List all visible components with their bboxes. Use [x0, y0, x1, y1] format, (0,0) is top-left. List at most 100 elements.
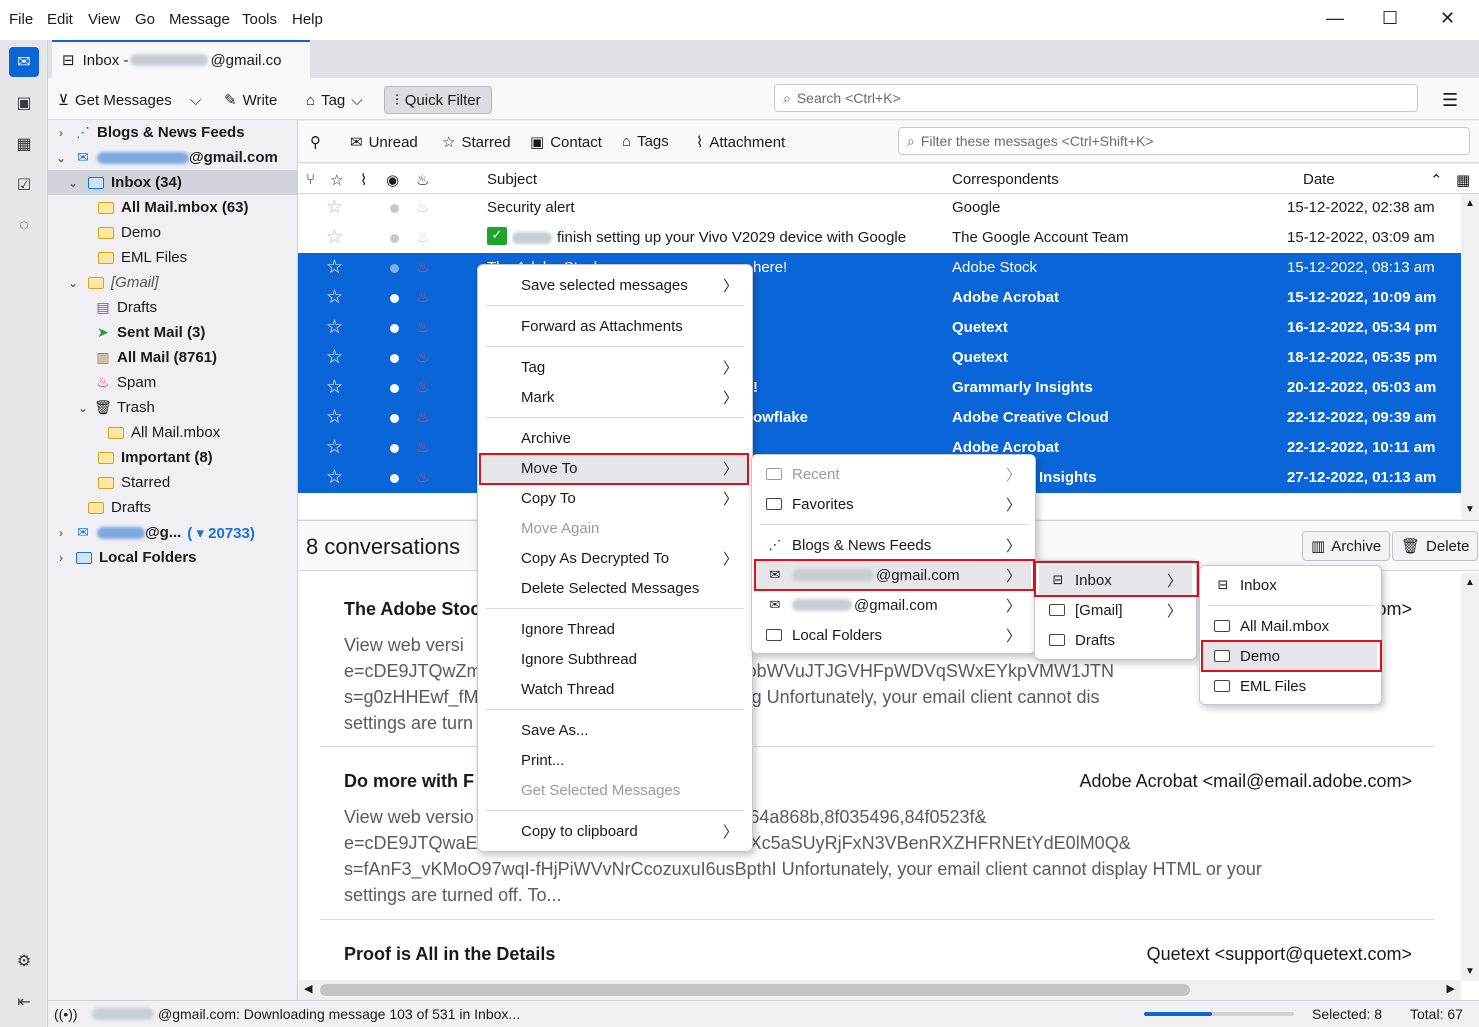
- folder-blogs[interactable]: › ⋰ Blogs & News Feeds: [48, 120, 297, 145]
- folder-account1[interactable]: ⌄ ✉ @gmail.com: [48, 145, 297, 170]
- filter-unread[interactable]: ✉ Unread: [350, 133, 418, 152]
- star-icon[interactable]: ☆: [326, 436, 343, 459]
- junk-icon[interactable]: ♨: [416, 348, 429, 366]
- junk-icon[interactable]: ♨: [416, 378, 429, 396]
- filter-tags[interactable]: ⌂ Tags: [622, 133, 669, 150]
- menu-tools[interactable]: Tools: [242, 11, 277, 28]
- folder-sent[interactable]: ➤ Sent Mail (3): [48, 320, 297, 345]
- folder-all-mail-mbox[interactable]: All Mail.mbox (63): [48, 195, 297, 220]
- folder-trash-all-mail[interactable]: All Mail.mbox: [48, 420, 297, 445]
- table-row[interactable]: ☆ ♨ Security alert Google 15-12-2022, 02:…: [298, 193, 1461, 223]
- read-status-icon[interactable]: [390, 474, 399, 483]
- menu-recent[interactable]: Recent 〉: [756, 459, 1031, 489]
- folder-local[interactable]: › Local Folders: [48, 545, 297, 570]
- table-row[interactable]: ☆ ♨ Adobe Acrobat 15-12-2022, 10:09 am: [298, 283, 1461, 313]
- menu-print[interactable]: Print...: [482, 745, 748, 775]
- menu-save-selected[interactable]: Save selected messages 〉: [482, 270, 748, 300]
- read-status-icon[interactable]: [390, 264, 399, 273]
- junk-icon[interactable]: ♨: [416, 288, 429, 306]
- folder-account2[interactable]: › ✉ @g... ( ▾ 20733): [48, 520, 297, 545]
- menu-copy-decrypted[interactable]: Copy As Decrypted To 〉: [482, 543, 748, 573]
- menu-all-mail-mbox[interactable]: All Mail.mbox: [1204, 611, 1377, 641]
- folder-drafts2[interactable]: Drafts: [48, 495, 297, 520]
- archive-button[interactable]: ▥ Archive: [1302, 531, 1391, 561]
- star-icon[interactable]: ☆: [326, 196, 343, 219]
- get-messages-dropdown[interactable]: ⌵: [190, 86, 201, 114]
- folder-eml-files[interactable]: EML Files: [48, 245, 297, 270]
- filter-starred[interactable]: ☆ Starred: [442, 133, 511, 152]
- read-status-icon[interactable]: [390, 204, 399, 213]
- tab-inbox[interactable]: ⊟ Inbox - @gmail.co: [52, 40, 310, 78]
- menu-archive[interactable]: Archive: [482, 423, 748, 453]
- menu-tag[interactable]: Tag 〉: [482, 352, 748, 382]
- scroll-up-icon[interactable]: ▲: [1465, 577, 1475, 588]
- subject-column-header[interactable]: Subject: [487, 171, 537, 188]
- star-icon[interactable]: ☆: [326, 226, 343, 249]
- folder-gmail[interactable]: ⌄ [Gmail]: [48, 270, 297, 295]
- chat-icon[interactable]: ◌: [9, 211, 39, 241]
- menu-view[interactable]: View: [88, 11, 120, 28]
- read-status-icon[interactable]: [390, 324, 399, 333]
- collapse-icon[interactable]: ⇤: [9, 987, 39, 1017]
- read-status-icon[interactable]: [390, 414, 399, 423]
- scroll-down-icon[interactable]: ▼: [1465, 504, 1475, 515]
- junk-column-icon[interactable]: ♨: [416, 171, 429, 189]
- close-button[interactable]: ✕: [1440, 8, 1455, 29]
- star-icon[interactable]: ☆: [326, 286, 343, 309]
- folder-all-mail[interactable]: ▥ All Mail (8761): [48, 345, 297, 370]
- menu-copy-clipboard[interactable]: Copy to clipboard 〉: [482, 816, 748, 846]
- junk-icon[interactable]: ♨: [416, 408, 429, 426]
- scroll-down-icon[interactable]: ▼: [1465, 966, 1475, 977]
- scroll-left-icon[interactable]: ◀: [304, 982, 312, 995]
- maximize-button[interactable]: ☐: [1382, 8, 1398, 29]
- menu-blogs[interactable]: ⋰ Blogs & News Feeds 〉: [756, 530, 1031, 560]
- folder-spam[interactable]: ♨ Spam: [48, 370, 297, 395]
- thread-scrollbar[interactable]: ▲ ▼: [1461, 194, 1479, 519]
- date-column-header[interactable]: Date: [1303, 171, 1335, 188]
- junk-icon[interactable]: ♨: [416, 468, 429, 486]
- table-row[interactable]: ☆♨ The Adobe Stock here! Adobe Stock 15-…: [298, 253, 1461, 283]
- menu-delete-selected[interactable]: Delete Selected Messages: [482, 573, 748, 603]
- junk-icon[interactable]: ♨: [416, 198, 429, 216]
- table-row[interactable]: ☆ ♨ Quetext 18-12-2022, 05:35 pm: [298, 343, 1461, 373]
- tasks-icon[interactable]: ☑: [9, 170, 39, 200]
- folder-demo[interactable]: Demo: [48, 220, 297, 245]
- calendar-icon[interactable]: ▦: [9, 129, 39, 159]
- junk-icon[interactable]: ♨: [416, 228, 429, 246]
- folder-inbox[interactable]: ⌄ Inbox (34): [48, 170, 297, 195]
- folder-trash[interactable]: ⌄ 🗑︎ Trash: [48, 395, 297, 420]
- menu-gmail[interactable]: [Gmail] 〉: [1039, 595, 1192, 625]
- read-status-icon[interactable]: [390, 294, 399, 303]
- menu-drafts[interactable]: Drafts: [1039, 625, 1192, 655]
- folder-drafts[interactable]: ▤ Drafts: [48, 295, 297, 320]
- star-icon[interactable]: ☆: [326, 376, 343, 399]
- junk-icon[interactable]: ♨: [416, 438, 429, 456]
- menu-edit[interactable]: Edit: [47, 11, 73, 28]
- minimize-button[interactable]: —: [1326, 8, 1344, 29]
- settings-icon[interactable]: ⚙: [9, 946, 39, 976]
- menu-ignore-thread[interactable]: Ignore Thread: [482, 614, 748, 644]
- scroll-right-icon[interactable]: ▶: [1447, 982, 1455, 995]
- correspondents-column-header[interactable]: Correspondents: [952, 171, 1059, 188]
- menu-file[interactable]: File: [9, 11, 33, 28]
- menu-inbox-self[interactable]: ⊟ Inbox: [1204, 570, 1377, 600]
- folder-important[interactable]: Important (8): [48, 445, 297, 470]
- thread-column-icon[interactable]: ⑂: [306, 171, 315, 188]
- menu-message[interactable]: Message: [169, 11, 230, 28]
- star-icon[interactable]: ☆: [326, 466, 343, 489]
- star-icon[interactable]: ☆: [326, 256, 343, 279]
- quick-filter-button[interactable]: ⫶ Quick Filter: [384, 86, 492, 114]
- table-row[interactable]: ☆ ♨ Quetext 16-12-2022, 05:34 pm: [298, 313, 1461, 343]
- junk-icon[interactable]: ♨: [416, 258, 429, 276]
- menu-favorites[interactable]: Favorites 〉: [756, 489, 1031, 519]
- read-status-icon[interactable]: [390, 444, 399, 453]
- menu-watch-thread[interactable]: Watch Thread: [482, 674, 748, 704]
- menu-local-folders[interactable]: Local Folders 〉: [756, 620, 1031, 650]
- star-icon[interactable]: ☆: [326, 316, 343, 339]
- read-status-icon[interactable]: [390, 354, 399, 363]
- junk-icon[interactable]: ♨: [416, 318, 429, 336]
- menu-ignore-subthread[interactable]: Ignore Subthread: [482, 644, 748, 674]
- menu-go[interactable]: Go: [135, 11, 155, 28]
- table-row[interactable]: ☆ ♨ ✓ finish setting up your Vivo V2029 d…: [298, 223, 1461, 253]
- online-status-icon[interactable]: ((•)): [54, 1006, 78, 1022]
